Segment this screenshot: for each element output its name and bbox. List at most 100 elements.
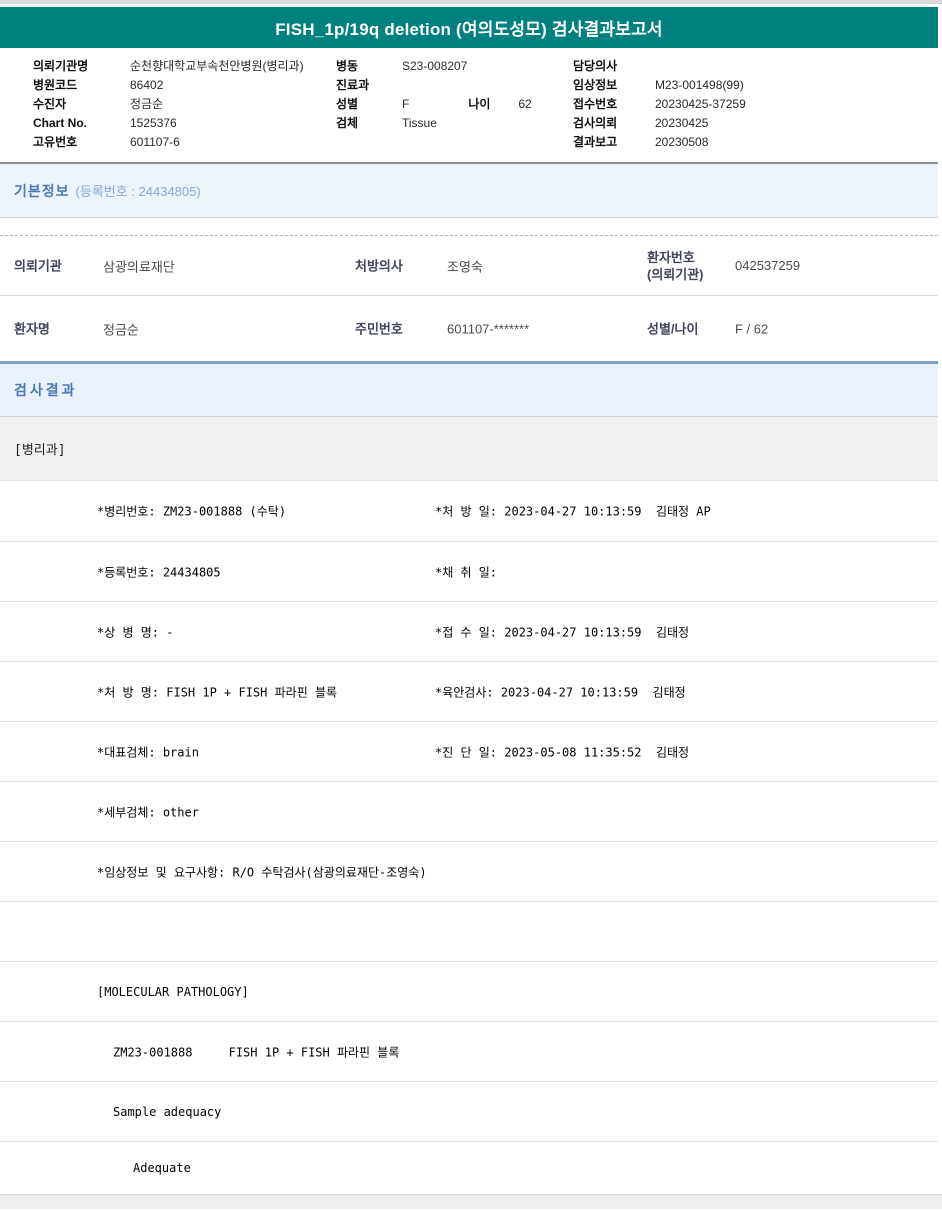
field-label: 처방의사	[355, 258, 403, 273]
field-label: 성별	[336, 97, 359, 111]
patient-header-row: 검사의뢰 20230425	[573, 114, 746, 133]
field-value: 정금순	[103, 322, 139, 337]
result-left-text: Sample adequacy	[113, 1104, 222, 1119]
field-label: 환자번호 (의뢰기관)	[647, 249, 704, 282]
report-title: FISH_1p/19q deletion (여의도성모) 검사결과보고서	[275, 20, 663, 39]
result-row: *처 방 명: FISH 1P + FISH 파라핀 블록 *육안검사: 202…	[0, 661, 938, 721]
field-value: 1525376	[130, 116, 177, 130]
patient-header-col-middle: 병동 S23-008207 진료과 성별 F 나이 62 검체 Tissue	[336, 57, 581, 133]
patient-header-row: 수진자 정금순	[33, 95, 304, 114]
field-label: 병원코드	[33, 78, 78, 92]
result-row: *세부검체: other	[0, 781, 938, 841]
field-value: 정금순	[130, 97, 164, 111]
result-row: *병리번호: ZM23-001888 (수탁) *처 방 일: 2023-04-…	[0, 481, 938, 541]
report-title-bar: FISH_1p/19q deletion (여의도성모) 검사결과보고서	[0, 7, 938, 48]
patient-header-row: 결과보고 20230508	[573, 133, 746, 152]
field-label: 진료과	[336, 78, 370, 92]
section-title: 검사결과	[14, 382, 78, 398]
result-left-text: ZM23-001888 FISH 1P + FISH 파라핀 블록	[113, 1045, 400, 1059]
window-top-strip	[0, 0, 942, 4]
result-row: *상 병 명: - *접 수 일: 2023-04-27 10:13:59 김태…	[0, 601, 938, 661]
patient-header-row: 진료과	[336, 76, 581, 95]
basic-info-cell: 처방의사 조영숙	[355, 256, 483, 275]
basic-info-cell: 주민번호 601107-*******	[355, 320, 529, 337]
result-row: ZM23-001888 FISH 1P + FISH 파라핀 블록	[0, 1021, 938, 1081]
result-left-text: *상 병 명: -	[97, 625, 174, 639]
patient-header-row: 병원코드 86402	[33, 76, 304, 95]
field-value: F	[402, 97, 410, 111]
section-title: 기본정보	[14, 182, 70, 199]
patient-header-col-left: 의뢰기관명 순천향대학교부속천안병원(병리과) 병원코드 86402 수진자 정금순 …	[33, 57, 304, 152]
result-row	[0, 901, 938, 961]
field-label: 성별/나이	[647, 321, 699, 336]
field-label: 병동	[336, 59, 359, 73]
result-row: Sample adequacy	[0, 1081, 938, 1141]
result-row: *임상정보 및 요구사항: R/O 수탁검사(삼광의료재단-조영숙)	[0, 841, 938, 901]
result-left-text: *세부검체: other	[97, 805, 199, 819]
patient-header-col-right: 담당의사 임상정보 M23-001498(99) 접수번호 20230425-372…	[573, 57, 746, 152]
section-registration-number: (등록번호 : 24434805)	[75, 184, 201, 199]
patient-header-row: 의뢰기관명 순천향대학교부속천안병원(병리과)	[33, 57, 304, 76]
department-row: [병리과]	[0, 417, 938, 481]
patient-header-row: 검체 Tissue	[336, 114, 581, 133]
report-page: FISH_1p/19q deletion (여의도성모) 검사결과보고서 의뢰기…	[0, 7, 938, 1194]
result-row: *대표검체: brain *진 단 일: 2023-05-08 11:35:52…	[0, 721, 938, 781]
result-left-text: *병리번호: ZM23-001888 (수탁)	[97, 504, 287, 519]
basic-info-cell: 환자명 정금순	[14, 319, 139, 338]
result-left-text: Adequate	[133, 1161, 191, 1175]
basic-info-cell: 환자번호 (의뢰기관) 042537259	[647, 249, 800, 283]
field-label: 담당의사	[573, 59, 618, 73]
result-row: [MOLECULAR PATHOLOGY]	[0, 961, 938, 1021]
field-label: 검사의뢰	[573, 116, 618, 130]
field-label: 수진자	[33, 97, 67, 111]
patient-header-row: 접수번호 20230425-37259	[573, 95, 746, 114]
field-value: 20230508	[655, 135, 709, 149]
result-row: *등록번호: 24434805 *채 취 일:	[0, 541, 938, 601]
field-value: 삼광의료재단	[103, 259, 175, 274]
field-value: 042537259	[735, 258, 801, 273]
result-right-text: *접 수 일: 2023-04-27 10:13:59 김태정	[435, 625, 690, 639]
field-value: F / 62	[735, 321, 769, 336]
field-label: 주민번호	[355, 321, 403, 336]
field-value: 601107-*******	[447, 321, 530, 336]
results-section-header: 검사결과	[0, 364, 938, 417]
field-label: 고유번호	[33, 135, 78, 149]
field-label: 접수번호	[573, 97, 618, 111]
result-left-text: *등록번호: 24434805	[97, 565, 221, 579]
result-right-text: *채 취 일:	[435, 565, 498, 579]
result-rows-container: *병리번호: ZM23-001888 (수탁) *처 방 일: 2023-04-…	[0, 481, 938, 1194]
basic-info-section-header: 기본정보 (등록번호 : 24434805)	[0, 162, 938, 218]
patient-header-row: 담당의사	[573, 57, 746, 76]
field-label: 나이	[468, 97, 491, 111]
result-left-text: *처 방 명: FISH 1P + FISH 파라핀 블록	[97, 685, 338, 699]
patient-header-row: 임상정보 M23-001498(99)	[573, 76, 746, 95]
patient-header-row: Chart No. 1525376	[33, 114, 304, 133]
result-left-text: [MOLECULAR PATHOLOGY]	[97, 984, 249, 999]
field-label: 검체	[336, 116, 359, 130]
department-label: [병리과]	[14, 443, 66, 458]
field-value: 86402	[130, 78, 164, 92]
field-label: 임상정보	[573, 78, 618, 92]
result-right-text: *진 단 일: 2023-05-08 11:35:52 김태정	[435, 745, 690, 759]
field-value: 62	[518, 97, 532, 111]
result-row: Adequate	[0, 1141, 938, 1194]
field-value: 601107-6	[130, 135, 180, 149]
patient-header-row: 성별 F 나이 62	[336, 95, 581, 114]
result-left-text: *대표검체: brain	[97, 745, 199, 759]
field-value: 조영숙	[447, 259, 483, 274]
field-label: 의뢰기관명	[33, 59, 89, 73]
field-value: Tissue	[402, 116, 437, 130]
bottom-bar	[0, 1194, 942, 1209]
basic-info-row: 의뢰기관 삼광의료재단 처방의사 조영숙 환자번호 (의뢰기관) 04253725…	[0, 235, 938, 295]
spacer	[0, 218, 938, 235]
result-right-text: *육안검사: 2023-04-27 10:13:59 김태정	[435, 685, 686, 699]
result-right-text: *처 방 일: 2023-04-27 10:13:59 김태정 AP	[435, 504, 711, 519]
field-value: 20230425	[655, 116, 709, 130]
patient-header-section: 의뢰기관명 순천향대학교부속천안병원(병리과) 병원코드 86402 수진자 정금순 …	[0, 48, 938, 162]
result-left-text: *임상정보 및 요구사항: R/O 수탁검사(삼광의료재단-조영숙)	[97, 865, 427, 879]
field-label: 의뢰기관	[14, 258, 62, 273]
field-label: 결과보고	[573, 135, 618, 149]
field-value: S23-008207	[402, 59, 468, 73]
field-label: Chart No.	[33, 116, 87, 130]
field-value: 20230425-37259	[655, 97, 746, 111]
